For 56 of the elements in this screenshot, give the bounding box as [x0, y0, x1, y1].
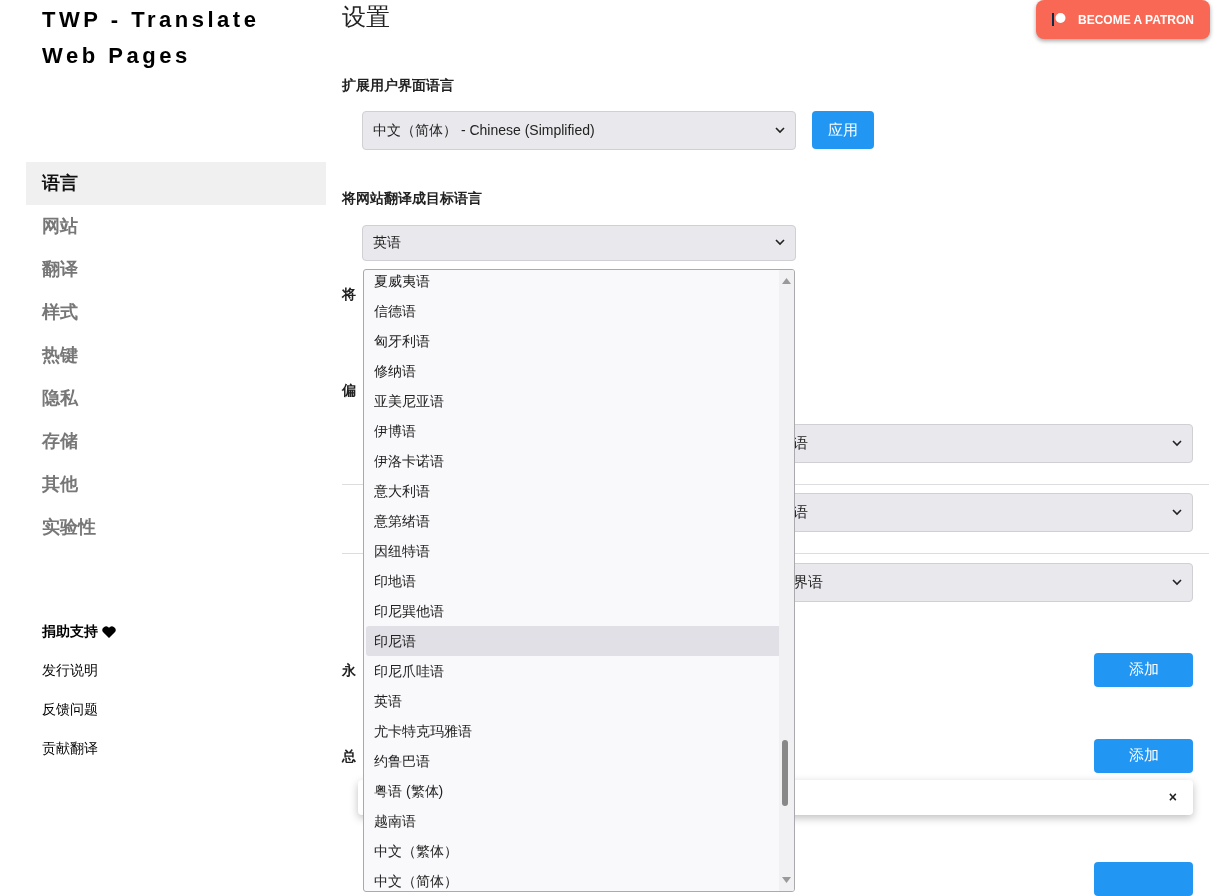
sidebar-item[interactable]: 热键 — [26, 334, 326, 377]
sidebar-item[interactable]: 样式 — [26, 291, 326, 334]
chevron-icon — [775, 126, 785, 134]
dropdown-option[interactable]: 印尼语 — [366, 626, 779, 656]
sidebar-item[interactable]: 实验性 — [26, 506, 326, 549]
chevron-icon — [1172, 439, 1182, 447]
sidebar-link[interactable]: 反馈问题 — [26, 690, 326, 729]
dropdown-option[interactable]: 修纳语 — [366, 356, 779, 386]
section-label: 扩展用户界面语言 — [342, 75, 455, 95]
dropdown-option[interactable]: 英语 — [366, 686, 779, 716]
dropdown-option[interactable]: 匈牙利语 — [366, 326, 779, 356]
donate-link[interactable]: 捐助支持 — [26, 612, 326, 651]
dropdown-option[interactable]: 伊洛卡诺语 — [366, 446, 779, 476]
section-label: 将网站翻译成目标语言 — [342, 188, 483, 208]
scrollbar-thumb[interactable] — [782, 740, 788, 806]
dropdown-option[interactable]: 中文（简体） — [366, 866, 779, 891]
section-label: 总 — [342, 746, 356, 766]
scrollbar[interactable] — [779, 270, 794, 891]
dropdown-option[interactable]: 亚美尼亚语 — [366, 386, 779, 416]
scroll-up-icon[interactable] — [782, 278, 791, 284]
dropdown-option[interactable]: 越南语 — [366, 806, 779, 836]
dropdown-option[interactable]: 中文（繁体） — [366, 836, 779, 866]
dropdown-option[interactable]: 印尼巽他语 — [366, 596, 779, 626]
dropdown-option[interactable]: 印尼爪哇语 — [366, 656, 779, 686]
ui-language-select[interactable]: 中文（简体） - Chinese (Simplified) — [362, 110, 796, 150]
dropdown-option[interactable]: 伊博语 — [366, 416, 779, 446]
dropdown-option[interactable]: 尤卡特克玛雅语 — [366, 716, 779, 746]
target-language-select[interactable]: 英语 — [362, 224, 796, 262]
dropdown-option[interactable]: 信德语 — [366, 296, 779, 326]
patron-logo-icon — [1052, 13, 1066, 26]
dropdown-option[interactable]: 粤语 (繁体) — [366, 776, 779, 806]
chevron-icon — [1172, 578, 1182, 586]
app-title: TWP - Translate Web Pages — [42, 6, 261, 70]
sidebar-item[interactable]: 翻译 — [26, 248, 326, 291]
section-label: 将 — [342, 285, 356, 305]
chevron-icon — [1172, 508, 1182, 516]
section-label: 偏 — [342, 380, 356, 400]
sidebar-item[interactable]: 隐私 — [26, 377, 326, 420]
sidebar-item[interactable]: 其他 — [26, 463, 326, 506]
sidebar-link[interactable]: 贡献翻译 — [26, 729, 326, 768]
dropdown-option[interactable]: 印地语 — [366, 566, 779, 596]
chevron-icon — [775, 239, 785, 247]
section-label: 永 — [342, 660, 356, 680]
sidebar-item[interactable]: 网站 — [26, 205, 326, 248]
dropdown-option[interactable]: 夏威夷语 — [366, 270, 779, 296]
dropdown-option[interactable]: 意第绪语 — [366, 506, 779, 536]
dropdown-option[interactable]: 因纽特语 — [366, 536, 779, 566]
sidebar-item[interactable]: 存储 — [26, 420, 326, 463]
close-button[interactable]: × — [1168, 790, 1177, 805]
dropdown-option[interactable]: 意大利语 — [366, 476, 779, 506]
scroll-down-icon[interactable] — [782, 877, 791, 883]
sidebar-link[interactable]: 发行说明 — [26, 651, 326, 690]
dropdown-option[interactable]: 约鲁巴语 — [366, 746, 779, 776]
heart-icon — [102, 625, 116, 638]
sidebar-item[interactable]: 语言 — [26, 162, 326, 205]
page-title: 设置 — [342, 2, 390, 32]
